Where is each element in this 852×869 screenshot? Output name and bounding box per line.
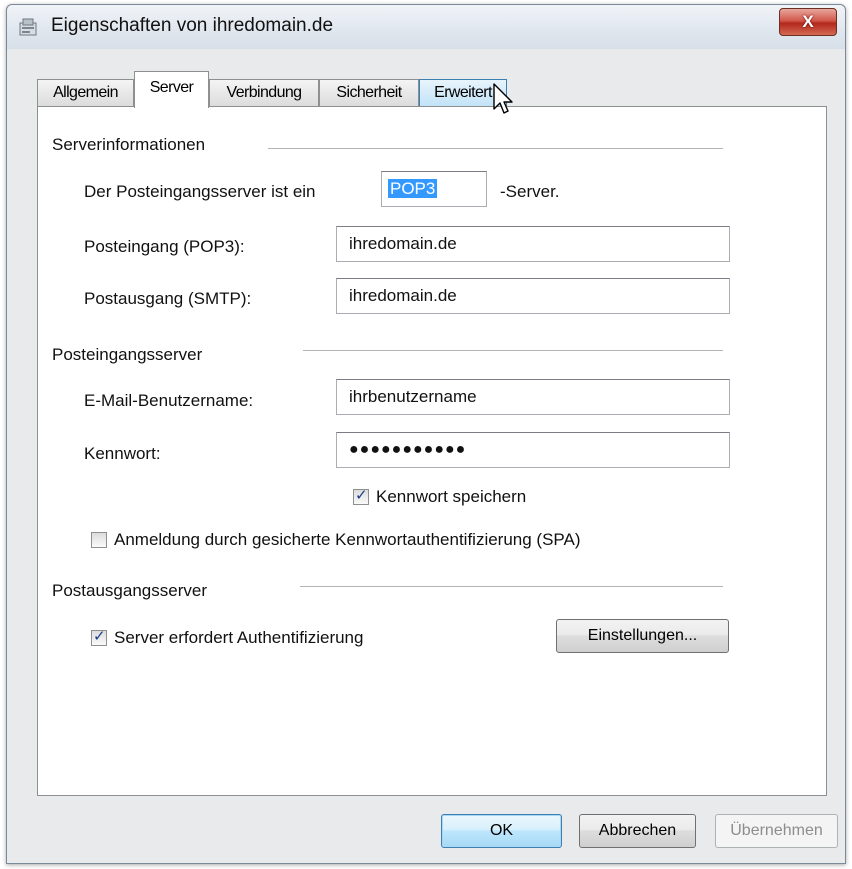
- outgoing-server-label: Postausgang (SMTP):: [84, 289, 252, 308]
- tab-verbindung[interactable]: Verbindung: [209, 79, 319, 106]
- server-type-label: Der Posteingangsserver ist ein: [84, 182, 316, 201]
- window-title: Eigenschaften von ihredomain.de: [51, 15, 334, 36]
- server-type-value: POP3: [388, 179, 438, 198]
- apply-button[interactable]: Übernehmen: [715, 814, 838, 848]
- close-icon: X: [802, 12, 814, 31]
- tab-server[interactable]: Server: [134, 71, 209, 108]
- ok-button[interactable]: OK: [441, 814, 562, 848]
- server-type-suffix: -Server.: [500, 182, 560, 201]
- incoming-server-heading: Posteingangsserver: [52, 345, 203, 364]
- mouse-pointer-icon: [493, 83, 513, 114]
- checkmark-icon: ✓: [355, 487, 368, 504]
- section-divider: [268, 148, 723, 149]
- server-info-heading: Serverinformationen: [52, 135, 206, 154]
- outgoing-server-heading: Postausgangsserver: [52, 581, 207, 600]
- title-bar[interactable]: Eigenschaften von ihredomain.de X: [7, 5, 845, 49]
- incoming-server-input[interactable]: ihredomain.de: [336, 226, 730, 262]
- spa-label: Anmeldung durch gesicherte Kennwortauthe…: [114, 530, 581, 549]
- section-divider: [300, 586, 723, 587]
- close-button[interactable]: X: [779, 8, 837, 36]
- settings-button[interactable]: Einstellungen...: [556, 619, 729, 653]
- username-input[interactable]: ihrbenutzername: [336, 379, 730, 415]
- auth-required-label: Server erfordert Authentifizierung: [114, 628, 364, 647]
- server-type-field[interactable]: POP3: [381, 171, 487, 207]
- save-password-checkbox[interactable]: ✓: [353, 487, 369, 505]
- username-label: E-Mail-Benutzername:: [84, 391, 254, 410]
- section-divider: [303, 350, 723, 351]
- incoming-server-label: Posteingang (POP3):: [84, 237, 245, 256]
- outgoing-server-input[interactable]: ihredomain.de: [336, 278, 730, 314]
- server-tab-panel: Serverinformationen Der Posteingangsserv…: [37, 106, 827, 796]
- checkmark-icon: ✓: [93, 628, 106, 645]
- cancel-button[interactable]: Abbrechen: [579, 814, 696, 848]
- password-label: Kennwort:: [84, 444, 161, 463]
- spa-checkbox[interactable]: [91, 532, 107, 548]
- properties-icon: [19, 18, 37, 36]
- password-input[interactable]: ●●●●●●●●●●●: [336, 432, 730, 468]
- save-password-label: Kennwort speichern: [376, 487, 527, 506]
- tab-allgemein[interactable]: Allgemein: [37, 79, 134, 106]
- properties-dialog: Eigenschaften von ihredomain.de X Allgem…: [6, 4, 846, 864]
- tab-sicherheit[interactable]: Sicherheit: [319, 79, 419, 106]
- auth-required-checkbox[interactable]: ✓: [91, 628, 107, 646]
